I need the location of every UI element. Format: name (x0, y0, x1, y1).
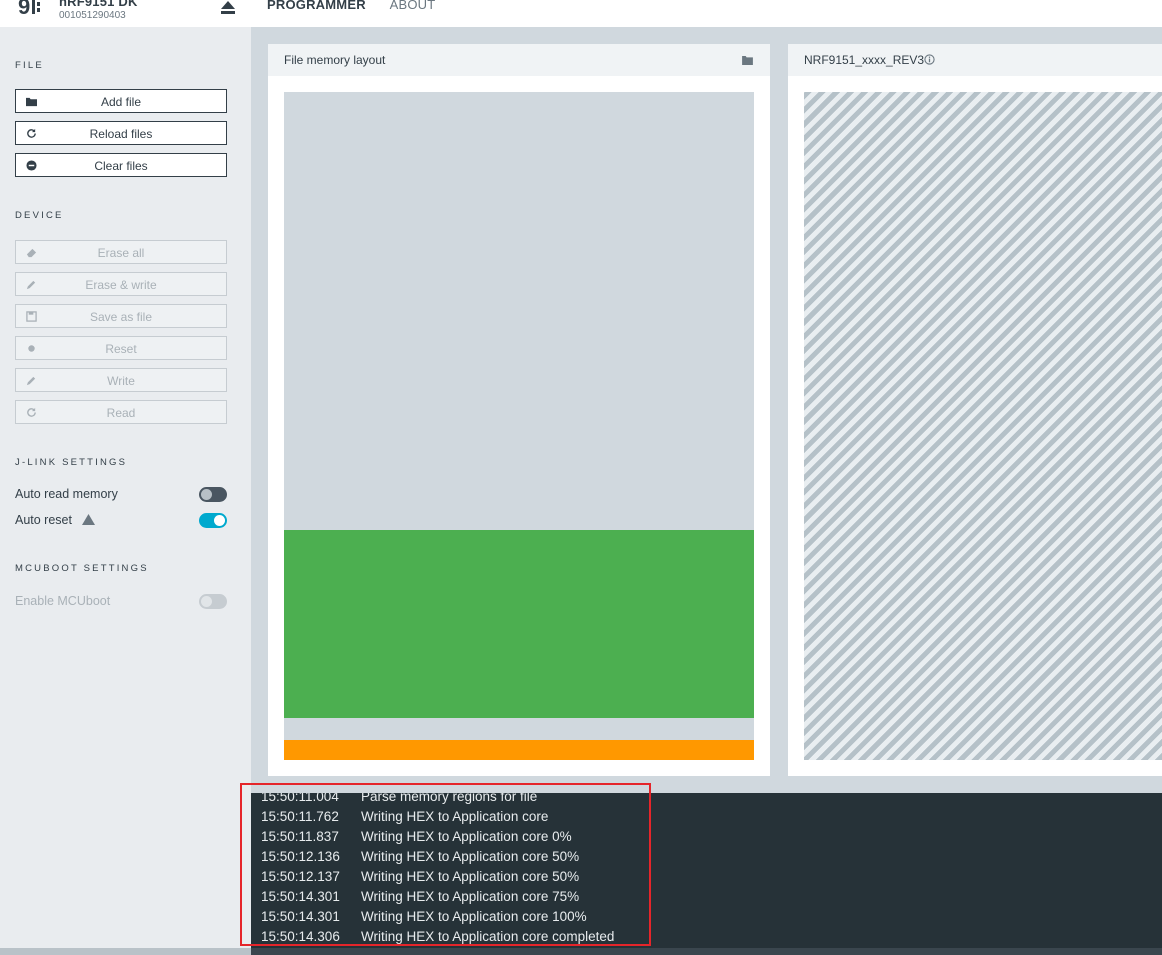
top-bar: 9 nRF9151 DK 001051290403 PROGRAMMER ABO… (0, 0, 1162, 27)
sidebar: FILE Add file Reload files Clear files D… (0, 27, 251, 948)
erase-and-write-button[interactable]: Erase & write (15, 272, 227, 296)
file-memory-layout-card: File memory layout (268, 44, 770, 776)
toggle-knob (201, 596, 212, 607)
device-memory-layout-title: NRF9151_xxxx_REV3 (804, 53, 925, 67)
other-memory-region[interactable] (284, 740, 754, 760)
device-serial: 001051290403 (59, 10, 126, 21)
add-file-label: Add file (100, 95, 142, 109)
enable-mcuboot-toggle[interactable] (199, 594, 227, 609)
toggle-knob (201, 489, 212, 500)
file-memory-layout-header: File memory layout (268, 44, 770, 76)
bottom-strip (0, 948, 1162, 955)
svg-text:9: 9 (18, 0, 30, 18)
save-as-file-label: Save as file (89, 310, 153, 324)
reload-files-button[interactable]: Reload files (15, 121, 227, 145)
eject-icon[interactable] (220, 0, 236, 16)
reset-label: Reset (105, 342, 137, 356)
erase-and-write-label: Erase & write (85, 278, 157, 292)
clear-files-label: Clear files (94, 159, 148, 173)
file-section-title: FILE (15, 60, 44, 71)
tab-about[interactable]: ABOUT (390, 0, 436, 12)
tab-programmer[interactable]: PROGRAMMER (267, 0, 366, 12)
device-memory-unknown-region[interactable] (804, 92, 1162, 760)
reload-files-label: Reload files (89, 127, 153, 141)
file-memory-layout-title: File memory layout (284, 53, 386, 67)
log-footer (251, 948, 1162, 955)
erase-all-label: Erase all (97, 246, 145, 260)
main-nav: PROGRAMMER ABOUT (267, 0, 455, 12)
auto-reset-label: Auto reset (15, 513, 72, 527)
device-memory-layout-card: NRF9151_xxxx_REV3 (788, 44, 1162, 776)
device-name[interactable]: nRF9151 DK (59, 0, 138, 9)
empty-memory-region[interactable] (284, 718, 754, 740)
add-file-button[interactable]: Add file (15, 89, 227, 113)
warning-icon[interactable] (82, 514, 95, 525)
jlink-settings-title: J-LINK SETTINGS (15, 457, 128, 468)
enable-mcuboot-label: Enable MCUboot (15, 594, 111, 608)
read-label: Read (106, 406, 136, 420)
auto-reset-toggle[interactable] (199, 513, 227, 528)
auto-read-memory-toggle[interactable] (199, 487, 227, 502)
device-memory-layout-header: NRF9151_xxxx_REV3 (788, 44, 1162, 76)
toggle-knob (214, 515, 225, 526)
device-logo-icon: 9 (18, 0, 40, 18)
read-button[interactable]: Read (15, 400, 227, 424)
save-as-file-button[interactable]: Save as file (15, 304, 227, 328)
auto-read-memory-label: Auto read memory (15, 487, 118, 501)
folder-icon[interactable] (742, 56, 753, 65)
empty-memory-region[interactable] (284, 92, 754, 530)
write-button[interactable]: Write (15, 368, 227, 392)
main-content: File memory layout NRF9151_xxxx_REV3 (251, 27, 1162, 793)
clear-files-button[interactable]: Clear files (15, 153, 227, 177)
device-section-title: DEVICE (15, 210, 64, 221)
erase-all-button[interactable]: Erase all (15, 240, 227, 264)
log-highlight-box (240, 783, 651, 946)
mcuboot-settings-title: MCUBOOT SETTINGS (15, 563, 149, 574)
info-icon[interactable] (924, 54, 935, 65)
reset-button[interactable]: Reset (15, 336, 227, 360)
application-memory-region[interactable] (284, 530, 754, 718)
write-label: Write (107, 374, 135, 388)
